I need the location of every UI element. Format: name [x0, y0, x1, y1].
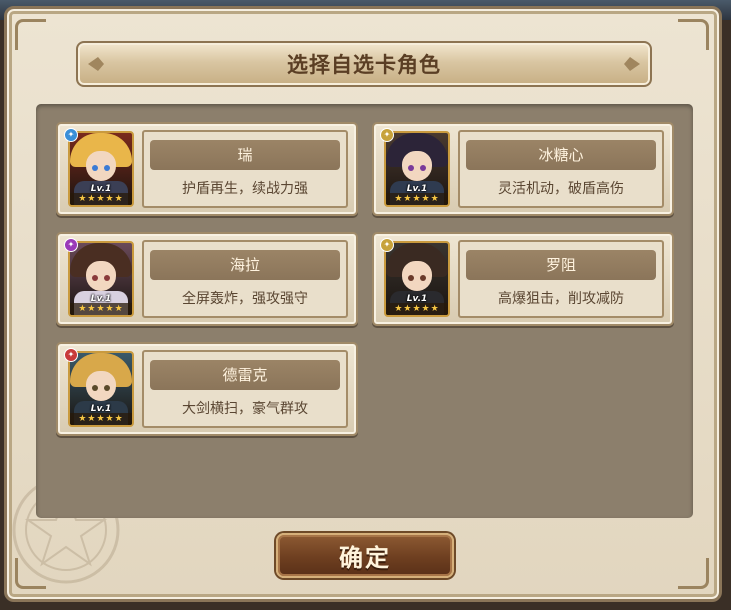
character-card[interactable]: ✦ Lv.1 ★★★★★ 海拉 全屏轰炸，强攻强守 — [56, 232, 358, 326]
character-portrait: Lv.1 ★★★★★ — [68, 131, 134, 207]
character-name: 瑞 — [150, 140, 340, 170]
character-card[interactable]: ✦ Lv.1 ★★★★★ 瑞 护盾再生，续战力强 — [56, 122, 358, 216]
frame-corner-ornament — [15, 19, 46, 50]
portrait-face — [86, 151, 116, 181]
character-name: 罗阻 — [466, 250, 656, 280]
portrait-eye — [408, 275, 414, 281]
character-portrait: Lv.1 ★★★★★ — [68, 351, 134, 427]
character-portrait: Lv.1 ★★★★★ — [384, 241, 450, 317]
character-description: 护盾再生，续战力强 — [182, 181, 308, 197]
character-info-box: 冰糖心 灵活机动，破盾高伤 — [458, 130, 664, 208]
element-badge-icon: ✦ — [64, 238, 78, 252]
portrait-face — [86, 261, 116, 291]
element-badge-icon: ✦ — [380, 238, 394, 252]
dialog-title: 选择自选卡角色 — [287, 53, 441, 77]
character-info-box: 罗阻 高爆狙击，削攻减防 — [458, 240, 664, 318]
character-info-box: 瑞 护盾再生，续战力强 — [142, 130, 348, 208]
character-card[interactable]: ✦ Lv.1 ★★★★★ 冰糖心 灵活机动，破盾高伤 — [372, 122, 674, 216]
character-description: 大剑横扫，豪气群攻 — [182, 401, 308, 417]
portrait-face — [402, 151, 432, 181]
star-rating: ★★★★★ — [386, 303, 448, 315]
star-rating: ★★★★★ — [386, 193, 448, 205]
portrait-eye — [104, 385, 110, 391]
character-portrait: Lv.1 ★★★★★ — [68, 241, 134, 317]
character-portrait: Lv.1 ★★★★★ — [384, 131, 450, 207]
character-card[interactable]: ✦ Lv.1 ★★★★★ 罗阻 高爆狙击，削攻减防 — [372, 232, 674, 326]
character-name: 德雷克 — [150, 360, 340, 390]
portrait-eye — [104, 275, 110, 281]
frame-corner-ornament — [678, 558, 709, 589]
character-description: 高爆狙击，削攻减防 — [498, 291, 624, 307]
character-card[interactable]: ✦ Lv.1 ★★★★★ 德雷克 大剑横扫，豪气群攻 — [56, 342, 358, 436]
character-description: 全屏轰炸，强攻强守 — [182, 291, 308, 307]
portrait-face — [402, 261, 432, 291]
star-rating: ★★★★★ — [70, 303, 132, 315]
portrait-eye — [92, 385, 98, 391]
frame-corner-ornament — [678, 19, 709, 50]
confirm-button[interactable]: 确定 — [276, 533, 454, 578]
ornament-icon — [88, 57, 104, 71]
star-rating: ★★★★★ — [70, 193, 132, 205]
portrait-eye — [420, 165, 426, 171]
ornament-icon — [624, 57, 640, 71]
character-info-box: 海拉 全屏轰炸，强攻强守 — [142, 240, 348, 318]
star-rating: ★★★★★ — [70, 413, 132, 425]
confirm-button-label: 确定 — [339, 543, 391, 572]
portrait-eye — [420, 275, 426, 281]
portrait-eye — [92, 275, 98, 281]
dialog-title-bar: 选择自选卡角色 — [76, 41, 652, 87]
element-badge-icon: ✦ — [64, 128, 78, 142]
character-info-box: 德雷克 大剑横扫，豪气群攻 — [142, 350, 348, 428]
character-description: 灵活机动，破盾高伤 — [498, 181, 624, 197]
portrait-eye — [408, 165, 414, 171]
element-badge-icon: ✦ — [380, 128, 394, 142]
element-badge-icon: ✦ — [64, 348, 78, 362]
character-name: 海拉 — [150, 250, 340, 280]
portrait-eye — [104, 165, 110, 171]
character-name: 冰糖心 — [466, 140, 656, 170]
portrait-eye — [92, 165, 98, 171]
portrait-face — [86, 371, 116, 401]
